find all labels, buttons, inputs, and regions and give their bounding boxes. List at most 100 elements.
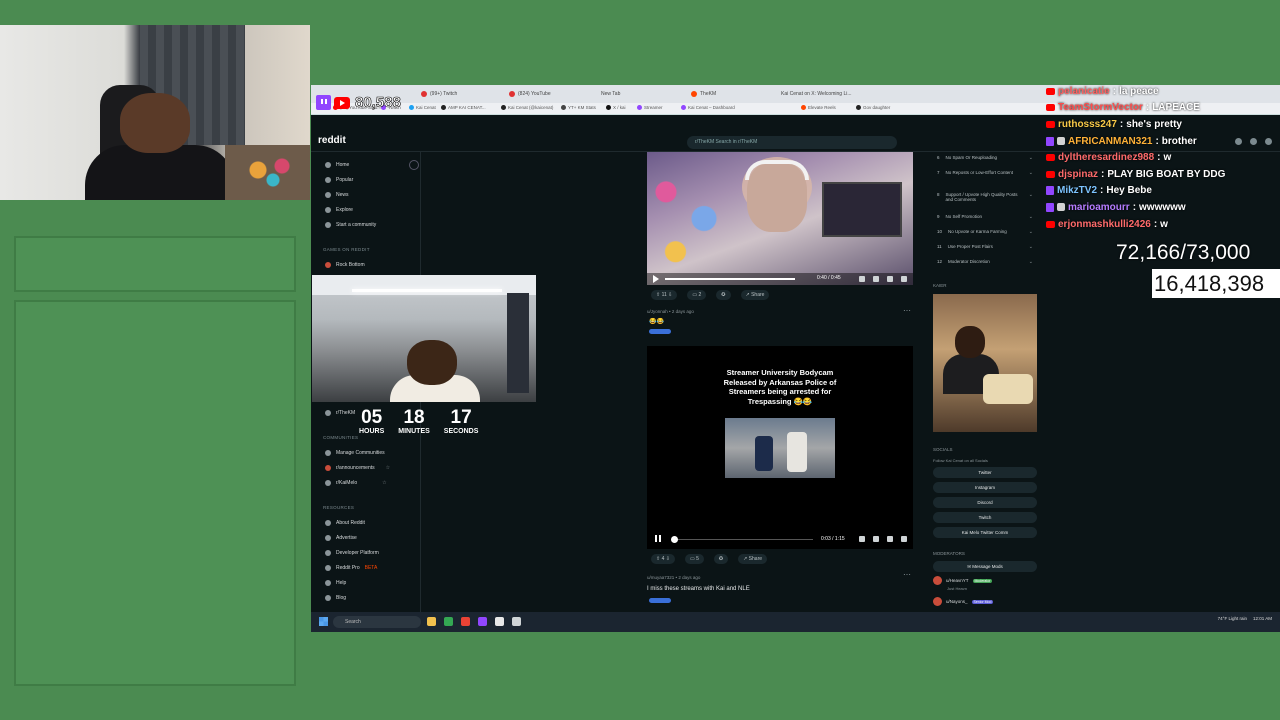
rule-item[interactable]: 10 No Upvote or Karma Farming ⌄ — [937, 229, 1037, 235]
share-button[interactable]: ↗ Share — [740, 290, 770, 300]
bookmark-icon — [561, 105, 566, 111]
star-icon[interactable]: ☆ — [382, 480, 386, 486]
guest-facecam — [312, 275, 536, 402]
games-section-header[interactable]: GAMES ON REDDIT — [323, 247, 370, 252]
bookmark[interactable]: Kai Cenat (@kaicenat) — [501, 105, 553, 111]
bookmark[interactable]: Elevate Reels — [801, 105, 836, 111]
rule-item[interactable]: 6 No Spam Or Reuploading ⌄ — [937, 155, 1037, 161]
rule-item[interactable]: 11 Use Proper Post Flairs ⌄ — [937, 244, 1037, 250]
sidebar-collapse-button[interactable] — [409, 160, 419, 170]
social-link-twitch[interactable]: Twitch — [933, 512, 1037, 523]
post-author[interactable]: u/Jyonnah • 2 days ago — [647, 309, 694, 314]
message-mods-button[interactable]: ✉ Message Mods — [933, 561, 1037, 572]
volume-icon[interactable] — [901, 536, 907, 542]
video-headset — [745, 160, 809, 180]
bookmark[interactable]: AMP KAI CENAT... — [441, 105, 486, 111]
sidebar-item-blog[interactable]: Blog — [325, 595, 346, 601]
comments-button[interactable]: ▭ 5 — [684, 554, 704, 564]
moderator-row[interactable]: u/HeavnYT Moderator — [933, 576, 993, 585]
captions-icon[interactable] — [859, 276, 865, 282]
system-tray: 74°F Light rain 12:01 AM — [1218, 616, 1272, 621]
file-explorer-icon[interactable] — [427, 617, 436, 626]
browser-tab[interactable]: TheKM — [691, 88, 716, 100]
browser-tab[interactable]: (99+) Twitch — [421, 88, 457, 100]
social-link-twitter-comm[interactable]: Kai Melo Twitter Comm — [933, 527, 1037, 538]
fullscreen-icon[interactable] — [887, 276, 893, 282]
sidebar-item-subreddit[interactable]: r/TheKM — [325, 410, 355, 416]
star-icon[interactable]: ☆ — [386, 465, 390, 471]
more-options-icon[interactable]: ⋯ — [903, 306, 911, 315]
weather-widget[interactable]: 74°F Light rain — [1218, 616, 1247, 621]
reddit-search-input[interactable]: r/TheKM Search in r/TheKM — [687, 136, 897, 149]
app-icon[interactable] — [495, 617, 504, 626]
award-button[interactable]: ✪ — [716, 290, 731, 300]
moderator-row[interactable]: u/Nayons_ Senior Mod — [933, 597, 994, 606]
sidebar-item-reddit-pro[interactable]: Reddit Pro BETA — [325, 565, 377, 571]
comments-button[interactable]: ▭ 2 — [687, 290, 707, 300]
post-author[interactable]: u/muyaa7321 • 2 days ago — [647, 575, 700, 580]
sidebar-item-explore[interactable]: Explore — [325, 207, 353, 213]
sidebar-item-manage-communities[interactable]: Manage Communities — [325, 450, 385, 456]
captions-icon[interactable] — [859, 536, 865, 542]
share-button[interactable]: ↗ Share — [738, 554, 768, 564]
settings-icon[interactable] — [873, 536, 879, 542]
post-video-player[interactable]: Streamer University Bodycam Released by … — [647, 346, 913, 549]
chrome-icon[interactable] — [444, 617, 453, 626]
sidebar-item-home[interactable]: Home — [325, 162, 349, 168]
communities-section-header[interactable]: COMMUNITIES — [323, 435, 358, 440]
more-options-icon[interactable]: ⋯ — [903, 570, 911, 579]
clock[interactable]: 12:01 AM — [1253, 616, 1272, 621]
vote-button[interactable]: ⇧ 4 ⇩ — [651, 554, 675, 564]
sidebar-item-news[interactable]: News — [325, 192, 349, 198]
pause-icon[interactable] — [655, 535, 661, 542]
browser-tab[interactable]: New Tab — [601, 88, 620, 100]
sidebar-item-help[interactable]: Help — [325, 580, 346, 586]
reddit-logo[interactable]: reddit — [318, 135, 346, 146]
bookmark[interactable]: YT+ KM Stats — [561, 105, 596, 111]
volume-icon[interactable] — [901, 276, 907, 282]
youtube-icon — [1046, 87, 1055, 95]
video-progress-bar[interactable] — [673, 539, 813, 540]
play-icon[interactable] — [653, 275, 659, 283]
social-link-discord[interactable]: Discord — [933, 497, 1037, 508]
rule-item[interactable]: 9 No Self Promotion ⌄ — [937, 214, 1037, 220]
sidebar-item-popular[interactable]: Popular — [325, 177, 353, 183]
social-link-instagram[interactable]: Instagram — [933, 482, 1037, 493]
rule-item[interactable]: 7 No Reposts or Low-Effort Content ⌄ — [937, 170, 1037, 176]
windows-start-icon[interactable] — [319, 617, 328, 626]
vote-button[interactable]: ⇧ 11 ⇩ — [651, 290, 678, 300]
video-scrubber[interactable] — [671, 536, 678, 543]
app-icon[interactable] — [512, 617, 521, 626]
settings-icon[interactable] — [873, 276, 879, 282]
video-controls: 0:03 / 1:15 — [647, 533, 913, 545]
browser-tab[interactable]: (824) YouTube — [509, 88, 551, 100]
post-flair[interactable] — [649, 598, 671, 603]
sidebar-item-start-community[interactable]: Start a community — [325, 222, 376, 228]
award-button[interactable]: ✪ — [713, 554, 729, 564]
post-title[interactable]: I miss these streams with Kai and NLE — [647, 586, 750, 592]
sidebar-item-developer-platform[interactable]: Developer Platform — [325, 550, 379, 556]
bookmark[interactable]: X / kai — [606, 105, 626, 111]
video-progress-bar[interactable] — [665, 278, 795, 280]
resources-section-header[interactable]: RESOURCES — [323, 505, 354, 510]
rule-item[interactable]: 12 Moderator Discretion ⌄ — [937, 259, 1037, 265]
chrome-icon[interactable] — [461, 617, 470, 626]
app-icon[interactable] — [478, 617, 487, 626]
bookmark[interactable]: Kai Cenat – Dashboard — [681, 105, 735, 111]
bookmark[interactable]: Kai Cenat — [409, 105, 436, 111]
sidebar-item-advertise[interactable]: Advertise — [325, 535, 357, 541]
sidebar-item-announcements[interactable]: r/announcements ☆ — [325, 465, 390, 471]
fullscreen-icon[interactable] — [887, 536, 893, 542]
sidebar-item-kaimelo[interactable]: r/KaiMelo ☆ — [325, 480, 387, 486]
bookmark[interactable]: Streamer — [637, 105, 663, 111]
kaier-image[interactable] — [933, 294, 1037, 432]
taskbar-search[interactable]: Search — [333, 616, 421, 628]
browser-tab[interactable]: Kai Cenat on X: Welcoming Li... — [781, 88, 852, 100]
rule-item[interactable]: 8 Support / Upvote High Quality Posts and… — [937, 192, 1037, 202]
post-video-player[interactable]: 0:40 / 0:45 — [647, 152, 913, 285]
sidebar-item-game[interactable]: Rock Bottom — [325, 262, 365, 268]
sidebar-item-about-reddit[interactable]: About Reddit — [325, 520, 365, 526]
post-flair[interactable] — [649, 329, 671, 334]
social-link-twitter[interactable]: Twitter — [933, 467, 1037, 478]
bookmark[interactable]: Gov daughter — [856, 105, 890, 111]
